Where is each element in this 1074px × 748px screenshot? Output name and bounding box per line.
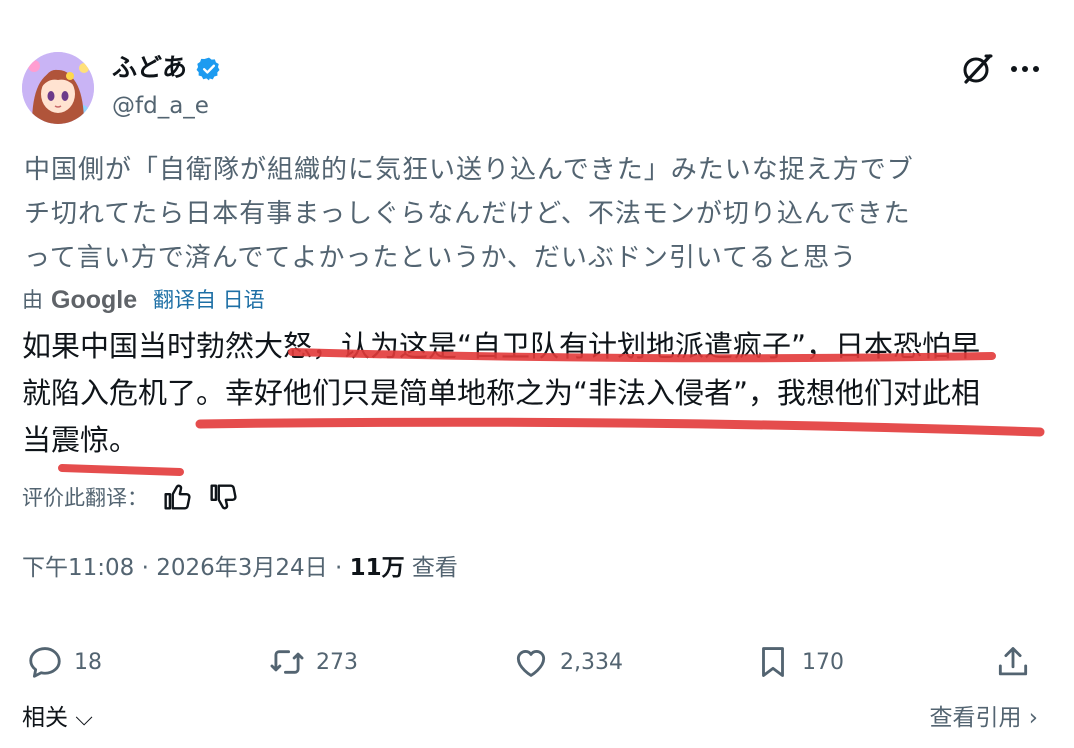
- tweet-original-text: 中国側が「自衛隊が組織的に気狂い送り込んできた」みたいな捉え方でブ チ切れてたら…: [24, 148, 1054, 280]
- original-line: チ切れてたら日本有事まっしぐらなんだけど、不法モンが切り込んできた: [24, 199, 911, 229]
- translation-attribution: 由 Google 翻译自 日语: [22, 284, 265, 316]
- google-logo: Google: [51, 286, 137, 314]
- rate-translation-label: 评价此翻译：: [22, 486, 148, 510]
- original-line: 中国側が「自衛隊が組織的に気狂い送り込んできた」みたいな捉え方でブ: [24, 155, 914, 185]
- retweet-icon: [270, 650, 304, 674]
- translation-by-label: 由: [22, 288, 43, 312]
- bookmark-button[interactable]: 170: [754, 642, 844, 682]
- translated-line: 当震惊。: [22, 423, 139, 457]
- related-toggle[interactable]: 相关 ⌵: [22, 700, 93, 736]
- retweet-count: 273: [316, 649, 358, 675]
- tweet-meta: 下午11:08 · 2026年3月24日 · 11万 查看: [22, 550, 458, 586]
- tweet-translated-text: 如果中国当时勃然大怒，认为这是“自卫队有计划地派遣疯子”，日本恐怕早 就陷入危机…: [22, 323, 1052, 464]
- rate-translation-row: 评价此翻译：: [22, 480, 240, 514]
- heart-icon: [516, 649, 546, 677]
- thumbs-down-icon[interactable]: [206, 480, 240, 514]
- views-label: 查看: [404, 555, 458, 581]
- related-label: 相关: [22, 705, 68, 731]
- translation-source-link[interactable]: 翻译自 日语: [153, 284, 265, 316]
- like-count: 2,334: [560, 649, 623, 675]
- retweet-button[interactable]: 273: [268, 642, 358, 682]
- avatar[interactable]: [22, 52, 94, 124]
- view-quotes-link[interactable]: 查看引用 ›: [929, 700, 1038, 736]
- thumbs-up-icon[interactable]: [160, 480, 194, 514]
- grok-icon[interactable]: [960, 52, 994, 86]
- original-line: って言い方で済んでてよかったというか、だいぶドン引いてると思う: [24, 243, 858, 273]
- share-button[interactable]: [994, 642, 1042, 682]
- translated-line: 就陷入危机了。幸好他们只是简单地称之为“非法入侵者”，我想他们对此相: [22, 376, 981, 410]
- view-quotes-label: 查看引用: [929, 705, 1022, 731]
- avatar-image: [22, 52, 94, 124]
- tweet-timestamp[interactable]: 下午11:08 · 2026年3月24日 ·: [22, 555, 350, 581]
- reply-button[interactable]: 18: [26, 642, 102, 682]
- chevron-right-icon: ›: [1028, 705, 1038, 731]
- reply-icon: [29, 647, 61, 678]
- author-display-name[interactable]: ふどあ: [112, 52, 187, 84]
- translated-line: 如果中国当时勃然大怒，认为这是“自卫队有计划地派遣疯子”，日本恐怕早: [22, 329, 981, 363]
- like-button[interactable]: 2,334: [512, 642, 623, 682]
- more-icon[interactable]: [1008, 56, 1042, 82]
- bookmark-icon: [762, 647, 784, 677]
- bookmark-count: 170: [802, 649, 844, 675]
- share-icon: [998, 647, 1028, 676]
- chevron-down-icon: ⌵: [75, 705, 93, 731]
- author-handle[interactable]: @fd_a_e: [112, 91, 209, 121]
- google-logo-text: Google: [51, 286, 137, 314]
- verified-badge-icon[interactable]: [196, 56, 222, 82]
- reply-count: 18: [74, 649, 102, 675]
- views-count: 11万: [349, 555, 405, 581]
